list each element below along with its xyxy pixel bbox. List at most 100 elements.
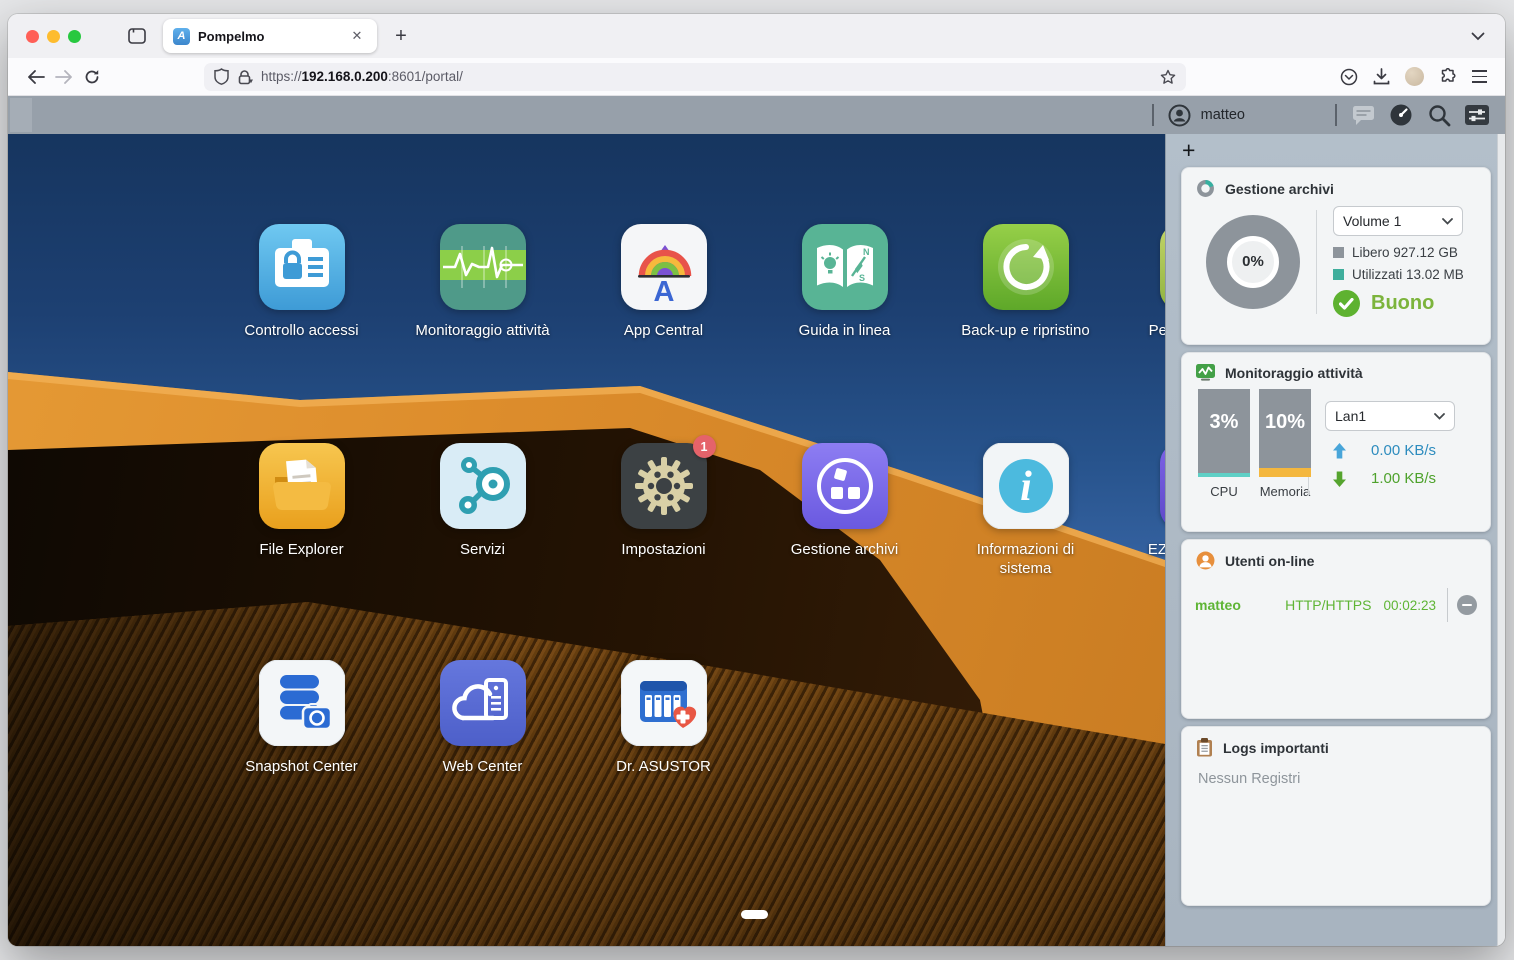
- browser-tab[interactable]: A Pompelmo ✕: [163, 19, 377, 53]
- menu-hamburger-icon[interactable]: [1472, 70, 1487, 83]
- logs-empty-message: Nessun Registri: [1198, 771, 1301, 787]
- close-window-button[interactable]: [26, 29, 39, 43]
- user-row-divider: [1447, 588, 1448, 622]
- adm-corner-button[interactable]: [10, 98, 32, 132]
- logs-widget-title: Logs importanti: [1223, 739, 1329, 756]
- network-interface-select[interactable]: Lan1: [1325, 401, 1455, 431]
- logs-clipboard-icon: [1196, 738, 1213, 757]
- tab-strip: A Pompelmo ✕ +: [8, 14, 1505, 58]
- app-cutoff-row1-icon[interactable]: [1160, 224, 1165, 310]
- user-avatar-icon: [1168, 103, 1192, 127]
- notifications-chat-icon[interactable]: [1351, 103, 1375, 127]
- free-space-legend: Libero 927.12 GB: [1333, 245, 1478, 260]
- page-scrollbar-track[interactable]: [1497, 134, 1505, 946]
- web-center-icon: [439, 660, 526, 746]
- adm-header-bar: matteo: [8, 96, 1505, 134]
- app-cutoff-row2-label: EZ: [1147, 541, 1165, 558]
- svg-text:N: N: [863, 247, 870, 257]
- adm-desktop: Controllo accessi Monitoraggio attività …: [8, 134, 1165, 946]
- minimize-window-button[interactable]: [47, 29, 60, 43]
- file-explorer-icon: [258, 443, 345, 529]
- add-widget-button[interactable]: +: [1182, 139, 1204, 163]
- upload-rate-row: 0.00 KB/s: [1332, 442, 1478, 459]
- online-user-session-time: 00:02:23: [1383, 597, 1436, 613]
- resource-gauge-icon[interactable]: [1389, 103, 1413, 127]
- activity-widget-title: Monitoraggio attività: [1225, 364, 1363, 381]
- window-controls: [26, 29, 81, 43]
- storage-donut-icon: [1196, 179, 1215, 198]
- access-control-icon: [258, 224, 345, 310]
- app-file-explorer[interactable]: File Explorer: [211, 443, 392, 578]
- online-user-name: matteo: [1195, 597, 1241, 613]
- volume-usage-percent: 0%: [1227, 235, 1279, 288]
- download-rate: 1.00 KB/s: [1371, 470, 1437, 487]
- app-access-control[interactable]: Controllo accessi: [211, 224, 392, 340]
- services-icon: [439, 443, 526, 529]
- upload-arrow-icon: [1332, 442, 1347, 459]
- status-check-icon: [1333, 290, 1360, 317]
- app-cutoff-row1-label: Pe: [1148, 322, 1165, 339]
- system-information-icon: i: [982, 443, 1069, 529]
- online-users-widget-icon: [1196, 551, 1215, 570]
- storage-widget-title: Gestione archivi: [1225, 180, 1334, 197]
- app-online-help[interactable]: N S Guida in linea: [754, 224, 935, 340]
- desktop-page-indicator[interactable]: [741, 910, 768, 919]
- app-system-information[interactable]: i Informazioni di sistema: [935, 443, 1116, 578]
- url-text: https://192.168.0.200:8601/portal/: [261, 69, 463, 84]
- used-legend-swatch: [1333, 269, 1344, 280]
- bookmark-star-icon[interactable]: [1160, 69, 1176, 85]
- online-users-widget: Utenti on-line matteo HTTP/HTTPS 00:02:2…: [1181, 539, 1491, 719]
- firefox-view-icon[interactable]: [125, 24, 149, 48]
- forward-button[interactable]: [50, 63, 78, 91]
- free-legend-swatch: [1333, 247, 1344, 258]
- app-snapshot-center[interactable]: Snapshot Center: [211, 660, 392, 776]
- app-backup-restore[interactable]: Back-up e ripristino: [935, 224, 1116, 340]
- settings-notification-badge: 1: [692, 435, 716, 458]
- app-dr-asustor[interactable]: Dr. ASUSTOR: [573, 660, 754, 776]
- app-settings[interactable]: 1 Impostazioni: [573, 435, 754, 578]
- dr-asustor-icon: [620, 660, 707, 746]
- shield-icon[interactable]: [214, 68, 229, 85]
- pocket-icon[interactable]: [1340, 68, 1358, 86]
- download-arrow-icon: [1332, 471, 1347, 487]
- backup-restore-icon: [982, 224, 1069, 310]
- app-services[interactable]: Servizi: [392, 443, 573, 578]
- app-storage-manager[interactable]: Gestione archivi: [754, 443, 935, 578]
- download-rate-row: 1.00 KB/s: [1332, 470, 1478, 487]
- app-app-central[interactable]: A App Central: [573, 224, 754, 340]
- disconnect-user-icon[interactable]: [1457, 595, 1477, 615]
- adm-portal-page: matteo Controllo accessi Monitoraggio at…: [8, 96, 1505, 946]
- search-icon[interactable]: [1427, 103, 1451, 127]
- lock-warning-icon[interactable]: [237, 69, 253, 85]
- online-user-row: matteo HTTP/HTTPS 00:02:23: [1182, 588, 1490, 622]
- settings-gear-icon: [620, 443, 707, 529]
- asustor-favicon-icon: A: [173, 27, 190, 45]
- downloads-icon[interactable]: [1373, 68, 1390, 85]
- app-activity-monitor[interactable]: Monitoraggio attività: [392, 224, 573, 340]
- storage-widget: Gestione archivi 0% Volume 1 Libero 927.…: [1181, 167, 1491, 345]
- extensions-puzzle-icon[interactable]: [1439, 67, 1457, 86]
- url-bar[interactable]: https://192.168.0.200:8601/portal/: [204, 62, 1186, 91]
- upload-rate: 0.00 KB/s: [1371, 442, 1437, 459]
- volume-select[interactable]: Volume 1: [1333, 206, 1463, 236]
- online-users-widget-title: Utenti on-line: [1225, 552, 1315, 569]
- toolbar-extensions-area: [1340, 67, 1491, 86]
- used-space-legend: Utilizzati 13.02 MB: [1333, 267, 1478, 282]
- zoom-window-button[interactable]: [68, 29, 81, 43]
- user-menu[interactable]: matteo: [1168, 103, 1245, 127]
- app-cutoff-row2-icon[interactable]: [1160, 443, 1165, 529]
- new-tab-button[interactable]: +: [387, 22, 415, 50]
- svg-text:i: i: [1020, 464, 1032, 510]
- reload-button[interactable]: [78, 63, 106, 91]
- widget-panel-toggle-icon[interactable]: [1465, 103, 1489, 127]
- widget-sidebar: + Gestione archivi 0% Volume 1 Libero 92…: [1165, 134, 1497, 946]
- app-web-center[interactable]: Web Center: [392, 660, 573, 776]
- cpu-usage-bar: 3% CPU: [1198, 389, 1250, 499]
- account-avatar[interactable]: [1405, 67, 1424, 86]
- svg-text:S: S: [859, 273, 865, 283]
- memory-usage-bar: 10% Memoria: [1259, 389, 1311, 499]
- back-button[interactable]: [22, 63, 50, 91]
- list-tabs-chevron-icon[interactable]: [1471, 32, 1485, 41]
- close-tab-icon[interactable]: ✕: [347, 26, 367, 46]
- activity-monitor-widget: Monitoraggio attività 3% CPU 10% Memoria: [1181, 352, 1491, 532]
